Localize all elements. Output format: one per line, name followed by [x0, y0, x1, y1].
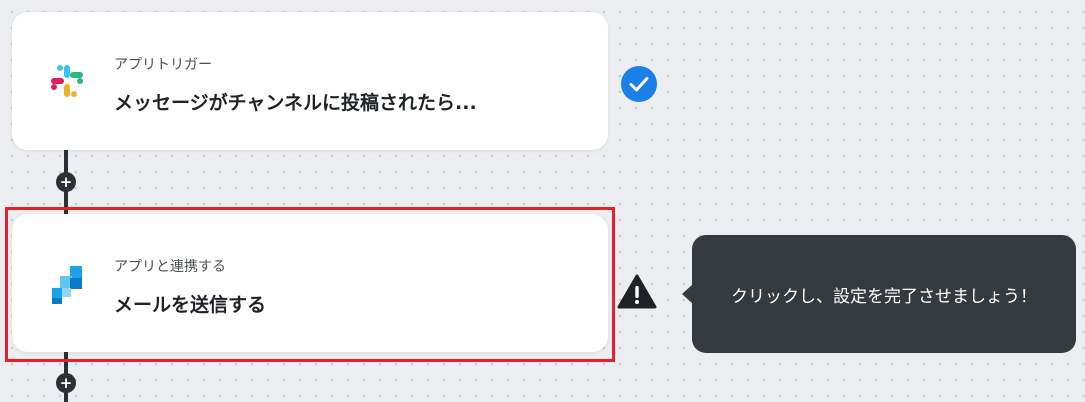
- card-subtitle: アプリトリガー: [114, 57, 212, 73]
- tooltip: クリックし、設定を完了させましょう！: [692, 235, 1076, 353]
- trigger-card[interactable]: アプリトリガー メッセージがチャンネルに投稿されたら...: [12, 12, 608, 150]
- email-app-icon: [52, 266, 82, 304]
- card-title: メッセージがチャンネルに投稿されたら...: [114, 92, 477, 114]
- action-card[interactable]: アプリと連携する メールを送信する: [12, 214, 608, 352]
- add-step-button[interactable]: +: [56, 172, 76, 192]
- tooltip-text: クリックし、設定を完了させましょう！: [731, 286, 1037, 307]
- check-circle-icon: [621, 66, 657, 102]
- slack-icon: [51, 65, 83, 97]
- card-subtitle: アプリと連携する: [114, 259, 226, 275]
- card-title: メールを送信する: [114, 294, 267, 316]
- add-step-button[interactable]: +: [56, 373, 76, 393]
- warning-icon: [617, 274, 657, 309]
